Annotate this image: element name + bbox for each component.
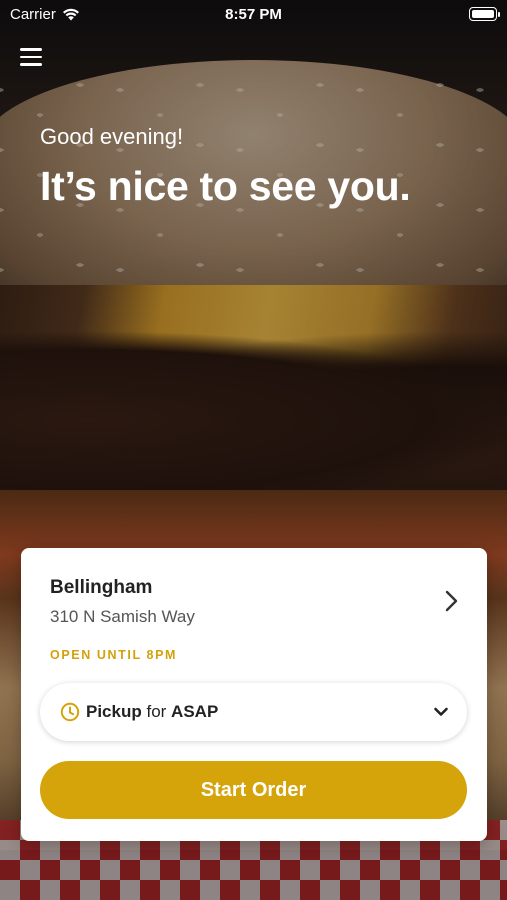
location-address: 310 N Samish Way [50, 607, 195, 626]
order-mode: Pickup [86, 702, 142, 721]
pickup-time-selector[interactable]: Pickup for ASAP [40, 683, 467, 741]
location-name: Bellingham [50, 577, 153, 598]
open-status-label: OPEN UNTIL 8PM [50, 648, 178, 662]
headline-text: It’s nice to see you. [40, 163, 411, 209]
order-connector: for [141, 702, 172, 721]
battery-icon [469, 7, 500, 21]
status-bar: Carrier 8:57 PM [0, 0, 507, 28]
clock-time: 8:57 PM [225, 6, 282, 23]
menu-icon[interactable] [20, 48, 42, 68]
greeting-text: Good evening! [40, 124, 184, 149]
pickup-label: Pickup for ASAP [86, 702, 218, 722]
location-card: Bellingham 310 N Samish Way OPEN UNTIL 8… [21, 548, 487, 841]
order-time: ASAP [171, 702, 219, 721]
chevron-right-icon[interactable] [441, 588, 461, 614]
chevron-down-icon [434, 707, 448, 716]
clock-icon [60, 702, 80, 722]
start-order-button[interactable]: Start Order [40, 761, 467, 819]
